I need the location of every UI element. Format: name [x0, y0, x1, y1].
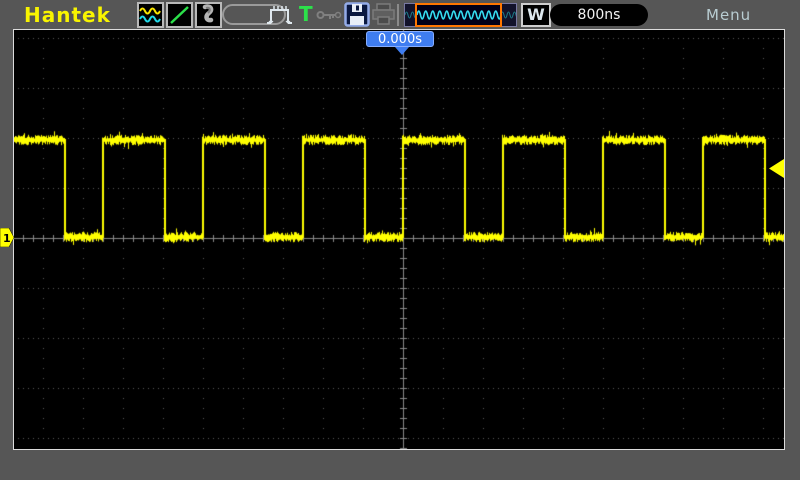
- save-disk-icon[interactable]: [344, 2, 370, 27]
- hand-icon[interactable]: [195, 2, 222, 28]
- waveform-preview[interactable]: [404, 3, 517, 27]
- preview-window[interactable]: [415, 3, 502, 27]
- measure-line-icon[interactable]: [166, 2, 193, 28]
- topbar-divider: [397, 4, 399, 26]
- timebase-value: 800ns: [577, 7, 621, 23]
- channel-waveforms-icon[interactable]: [137, 2, 164, 28]
- w-mode-badge[interactable]: W: [521, 3, 551, 27]
- trigger-position-pointer-icon[interactable]: [395, 47, 409, 55]
- pulse-width-icon: [267, 6, 292, 24]
- waveform-grid-canvas: [14, 30, 784, 449]
- trigger-level-arrow-icon[interactable]: [769, 159, 784, 182]
- bottom-bar: DC 20 2.00V CH1 2.72V 500.045KHz 5-Dec-1…: [0, 450, 800, 480]
- preview-bright-wave: [416, 10, 502, 20]
- print-icon: [372, 3, 395, 25]
- trigger-type-icon: T: [299, 2, 313, 26]
- brand-logo: Hantek: [24, 3, 111, 27]
- channel1-ground-marker[interactable]: 1: [0, 227, 15, 251]
- channel1-marker-label: 1: [3, 232, 11, 245]
- top-bar: Hantek T W 800ns Menu: [0, 0, 800, 30]
- timebase-readout: 800ns: [550, 4, 648, 26]
- oscilloscope-ui: Hantek T W 800ns Menu 0.000s 1: [0, 0, 800, 480]
- keylock-icon: [316, 11, 342, 19]
- trigger-position-tab[interactable]: 0.000s: [366, 31, 434, 47]
- display-area: [13, 29, 785, 450]
- menu-button[interactable]: Menu: [706, 6, 751, 24]
